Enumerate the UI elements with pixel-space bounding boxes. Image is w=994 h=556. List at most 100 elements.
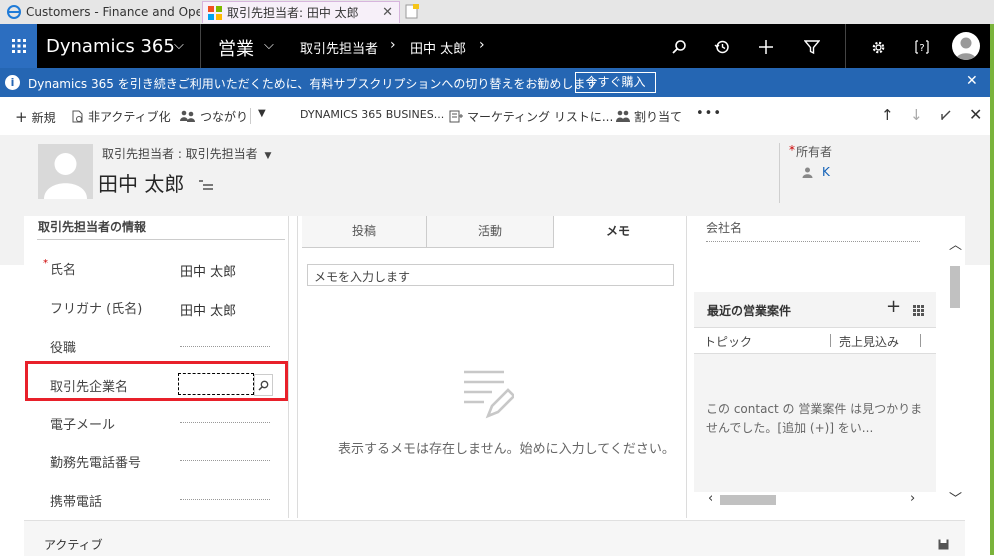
header-fields-menu-icon[interactable] xyxy=(199,179,213,191)
field-input-business-phone[interactable] xyxy=(180,460,270,461)
tab-activities[interactable]: 活動 xyxy=(427,216,554,248)
buy-now-button[interactable]: 今すぐ購入 xyxy=(575,72,656,93)
tab-notes-label: メモ xyxy=(605,224,630,238)
deactivate-button[interactable]: 非アクティブ化 xyxy=(72,108,171,125)
area-chevron-down-icon[interactable]: ⌵ xyxy=(264,38,274,53)
settings-gear-icon[interactable] xyxy=(871,40,886,55)
top-nav-bar: Dynamics 365 ⌵ 営業 ⌵ 取引先担当者 › 田中 太郎 › ? xyxy=(0,24,994,68)
notification-message: Dynamics 365 を引き続きご利用いただくために、有料サブスクリプション… xyxy=(28,77,598,91)
close-form-icon[interactable]: ✕ xyxy=(969,105,982,124)
user-avatar[interactable] xyxy=(952,32,980,60)
header-divider xyxy=(779,143,780,203)
connect-button[interactable]: つながり xyxy=(180,108,248,125)
browser-tab-label: 取引先担当者: 田中 太郎 xyxy=(227,6,359,20)
field-input-email[interactable] xyxy=(180,422,270,423)
notes-empty-document-icon xyxy=(464,370,514,419)
scrollbar-thumb[interactable] xyxy=(720,495,776,505)
highlight-box xyxy=(25,361,288,401)
notes-empty-message: 表示するメモは存在しません。始めに入力してください。 xyxy=(338,442,675,457)
person-silhouette-icon xyxy=(38,144,93,199)
owner-link[interactable]: K xyxy=(822,165,830,179)
save-disk-icon[interactable] xyxy=(938,539,949,550)
column-divider xyxy=(920,334,921,347)
app-title[interactable]: Dynamics 365 xyxy=(46,36,175,57)
column-topic[interactable]: トピック xyxy=(704,333,752,350)
form-selector-label: 取引先担当者 : 取引先担当者 xyxy=(102,147,258,161)
area-label[interactable]: 営業 xyxy=(218,35,254,61)
new-tab-button[interactable] xyxy=(404,3,420,19)
grid-view-icon[interactable] xyxy=(913,305,924,316)
add-opportunity-plus-icon[interactable]: + xyxy=(886,296,901,317)
field-value-fullname[interactable]: 田中 太郎 xyxy=(180,261,236,280)
window-edge xyxy=(990,24,994,555)
info-icon: i xyxy=(5,75,20,90)
section-rule xyxy=(37,239,285,240)
form-selector-chevron-icon: ▼ xyxy=(264,151,272,161)
connect-dropdown-chevron-icon[interactable]: ▼ xyxy=(258,108,266,119)
assign-people-icon xyxy=(616,110,630,122)
note-input[interactable]: メモを入力します xyxy=(307,264,674,286)
field-value-furigana[interactable]: 田中 太郎 xyxy=(180,300,236,319)
browser-ie-icon xyxy=(7,5,21,19)
required-asterisk: * xyxy=(789,143,795,157)
vertical-scrollbar[interactable]: ︿ ﹀ xyxy=(946,230,963,510)
right-panel: 会社名 最近の営業案件 + トピック 売上見込み この contact の 営業… xyxy=(694,216,936,518)
search-icon[interactable] xyxy=(671,39,687,55)
previous-record-arrow-up-icon[interactable]: ↑ xyxy=(881,106,894,124)
field-label-job-title: 役職 xyxy=(50,341,77,356)
breadcrumb-contacts[interactable]: 取引先担当者 xyxy=(300,38,378,57)
field-label-business-phone: 勤務先電話番号 xyxy=(50,456,142,471)
windows-logo-icon xyxy=(208,6,222,20)
field-label-mobile-phone: 携帯電話 xyxy=(50,495,103,510)
tab-activities-label: 活動 xyxy=(477,224,502,238)
status-text: アクティブ xyxy=(44,538,103,552)
advanced-find-filter-icon[interactable] xyxy=(804,39,820,55)
field-label-fullname: 氏名 xyxy=(50,263,77,278)
breadcrumb-record[interactable]: 田中 太郎 xyxy=(410,38,466,57)
section-title: 取引先担当者の情報 xyxy=(38,220,147,234)
browser-tab-label: Customers - Finance and Oper... xyxy=(26,5,200,19)
scroll-left-arrow-icon[interactable]: ‹ xyxy=(708,491,713,506)
form-selector[interactable]: 取引先担当者 : 取引先担当者 ▼ xyxy=(102,145,271,162)
assign-label: 割り当て xyxy=(634,110,683,124)
scroll-up-arrow-icon[interactable]: ︿ xyxy=(949,234,962,253)
close-notification-icon[interactable]: ✕ xyxy=(966,73,978,89)
scroll-down-arrow-icon[interactable]: ﹀ xyxy=(949,488,962,507)
app-launcher-button[interactable] xyxy=(0,24,37,68)
command-separator xyxy=(250,108,251,124)
new-button[interactable]: + 新規 xyxy=(15,108,56,126)
next-record-arrow-down-icon[interactable]: ↓ xyxy=(910,106,923,124)
pop-out-icon[interactable] xyxy=(940,109,952,121)
browser-tab-contact[interactable]: 取引先担当者: 田中 太郎 ✕ xyxy=(202,1,400,23)
browser-tab-customers[interactable]: Customers - Finance and Oper... xyxy=(2,1,200,23)
column-est-revenue[interactable]: 売上見込み xyxy=(839,333,899,350)
opportunities-title: 最近の営業案件 xyxy=(707,304,792,318)
dynamics-business-button[interactable]: DYNAMICS 365 BUSINES... xyxy=(300,108,444,121)
scroll-right-arrow-icon[interactable]: › xyxy=(910,491,915,506)
app-chevron-down-icon[interactable]: ⌵ xyxy=(174,38,184,53)
add-to-marketing-list-button[interactable]: マーケティング リストに... xyxy=(449,108,613,125)
close-tab-icon[interactable]: ✕ xyxy=(382,5,393,20)
company-name-field[interactable] xyxy=(706,241,920,242)
marketing-list-icon xyxy=(449,110,463,123)
scrollbar-thumb[interactable] xyxy=(950,266,960,308)
owner-label: 所有者 xyxy=(796,145,833,159)
field-input-job-title[interactable] xyxy=(180,346,270,347)
command-bar: + 新規 非アクティブ化 つながり ▼ DYNAMICS 365 BUSINES.… xyxy=(0,97,994,136)
assign-button[interactable]: 割り当て xyxy=(616,108,682,125)
tab-notes[interactable]: メモ xyxy=(554,216,682,248)
recent-history-icon[interactable] xyxy=(714,39,730,55)
create-new-plus-icon[interactable] xyxy=(758,39,774,55)
user-silhouette-icon xyxy=(956,37,976,60)
horizontal-scrollbar[interactable]: ‹ › xyxy=(694,491,936,508)
contact-photo[interactable] xyxy=(38,144,93,199)
breadcrumb-chevron-right-icon[interactable]: › xyxy=(479,37,485,53)
more-commands-ellipsis-icon[interactable]: ••• xyxy=(696,106,722,121)
deactivate-document-icon xyxy=(72,110,83,123)
field-input-mobile-phone[interactable] xyxy=(180,499,270,500)
svg-text:?: ? xyxy=(919,43,924,54)
tab-posts[interactable]: 投稿 xyxy=(302,216,427,248)
field-label-furigana: フリガナ (氏名) xyxy=(50,302,143,317)
waffle-icon xyxy=(11,39,26,53)
help-question-icon[interactable]: ? xyxy=(914,39,930,55)
